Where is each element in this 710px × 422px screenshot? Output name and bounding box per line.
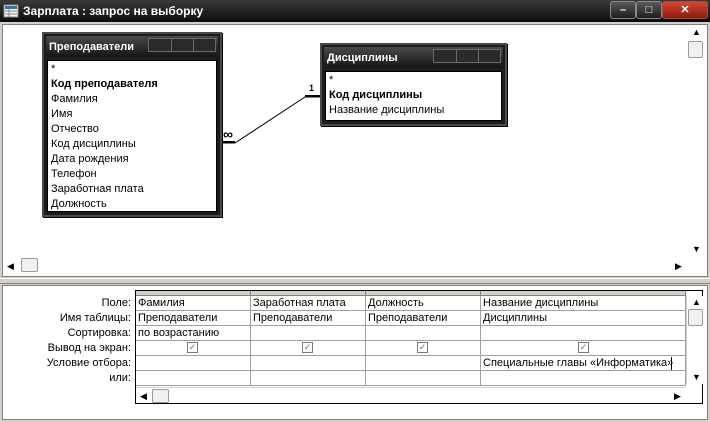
relationship-many-label: ∞ xyxy=(223,126,233,142)
field-cell[interactable]: Название дисциплины xyxy=(481,296,686,311)
check-icon: ✓ xyxy=(303,342,312,352)
diagram-vertical-scrollbar[interactable]: ▲ ▼ xyxy=(687,25,704,257)
table-window-disciplines[interactable]: Дисциплины * Код дисциплины Название дис… xyxy=(320,43,507,126)
scrollbar-thumb[interactable] xyxy=(688,41,703,58)
scrollbar-thumb[interactable] xyxy=(152,389,169,403)
field-cell[interactable]: Должность xyxy=(366,296,481,311)
table-window-title-bar[interactable]: Дисциплины xyxy=(324,47,503,68)
field-item[interactable]: Название дисциплины xyxy=(326,103,501,118)
table-name-disciplines: Дисциплины xyxy=(327,52,398,64)
field-cell[interactable]: Фамилия xyxy=(136,296,251,311)
grid-horizontal-scrollbar[interactable]: ◀ ▶ xyxy=(136,387,686,403)
table-cell[interactable]: Преподаватели xyxy=(366,311,481,326)
show-checkbox[interactable]: ✓ xyxy=(187,342,198,353)
table-window-buttons[interactable] xyxy=(148,38,216,52)
or-cell[interactable] xyxy=(251,371,366,386)
scrollbar-thumb[interactable] xyxy=(688,309,703,326)
criteria-cell-active[interactable]: Специальные главы «Информатика» xyxy=(481,356,686,371)
field-cell[interactable]: Заработная плата xyxy=(251,296,366,311)
query-design-grid[interactable]: Фамилия Преподаватели по возрастанию ✓ З… xyxy=(135,290,703,404)
field-item[interactable]: Отчество xyxy=(48,122,216,137)
query-grid-pane[interactable]: Поле: Имя таблицы: Сортировка: Вывод на … xyxy=(2,285,708,420)
maximize-icon: □ xyxy=(645,4,653,16)
field-item[interactable]: * xyxy=(48,62,216,77)
minimize-icon: – xyxy=(619,4,627,16)
check-icon: ✓ xyxy=(579,342,588,352)
query-icon xyxy=(3,4,19,18)
field-item[interactable]: Фамилия xyxy=(48,92,216,107)
row-label-or: или: xyxy=(109,372,131,384)
row-label-show: Вывод на экран: xyxy=(47,342,131,354)
criteria-cell[interactable] xyxy=(251,356,366,371)
table-cell[interactable]: Дисциплины xyxy=(481,311,686,326)
show-checkbox[interactable]: ✓ xyxy=(578,342,589,353)
row-label-sort: Сортировка: xyxy=(67,327,131,339)
close-icon: ✕ xyxy=(680,4,690,16)
minimize-button[interactable]: – xyxy=(610,1,636,19)
field-item[interactable]: Код дисциплины xyxy=(48,137,216,152)
field-item[interactable]: * xyxy=(326,73,501,88)
scrollbar-thumb[interactable] xyxy=(21,258,38,272)
show-cell[interactable]: ✓ xyxy=(251,341,366,356)
scroll-left-arrow-icon[interactable]: ◀ xyxy=(7,261,14,271)
row-label-field: Поле: xyxy=(101,297,131,309)
criteria-cell[interactable] xyxy=(366,356,481,371)
query-design-window: Зарплата : запрос на выборку – □ ✕ ∞ 1 П… xyxy=(0,0,710,422)
scroll-up-arrow-icon[interactable]: ▲ xyxy=(692,297,701,307)
show-checkbox[interactable]: ✓ xyxy=(302,342,313,353)
scroll-down-arrow-icon[interactable]: ▼ xyxy=(692,244,701,254)
row-label-criteria: Условие отбора: xyxy=(46,357,131,369)
check-icon: ✓ xyxy=(188,342,197,352)
or-cell[interactable] xyxy=(136,371,251,386)
field-item[interactable]: Дата рождения xyxy=(48,152,216,167)
field-list-disciplines[interactable]: * Код дисциплины Название дисциплины xyxy=(325,71,502,121)
row-label-table: Имя таблицы: xyxy=(59,312,131,324)
sort-cell[interactable] xyxy=(481,326,686,341)
grid-vertical-scrollbar[interactable]: ▲ ▼ xyxy=(686,296,703,384)
field-list-teachers[interactable]: * Код преподавателя Фамилия Имя Отчество… xyxy=(47,60,217,212)
table-name-teachers: Преподаватели xyxy=(49,41,135,53)
or-cell[interactable] xyxy=(366,371,481,386)
table-diagram-pane[interactable]: ∞ 1 Преподаватели * Код преподавателя Фа… xyxy=(2,24,708,277)
show-checkbox[interactable]: ✓ xyxy=(417,342,428,353)
text-cursor xyxy=(671,357,672,370)
sort-cell[interactable] xyxy=(251,326,366,341)
scroll-left-arrow-icon[interactable]: ◀ xyxy=(140,391,147,401)
diagram-horizontal-scrollbar[interactable]: ◀ ▶ xyxy=(3,257,687,274)
field-item[interactable]: Заработная плата xyxy=(48,182,216,197)
scroll-down-arrow-icon[interactable]: ▼ xyxy=(692,372,701,382)
show-cell[interactable]: ✓ xyxy=(366,341,481,356)
table-cell[interactable]: Преподаватели xyxy=(136,311,251,326)
field-item[interactable]: Имя xyxy=(48,107,216,122)
table-cell[interactable]: Преподаватели xyxy=(251,311,366,326)
show-cell[interactable]: ✓ xyxy=(481,341,686,356)
table-window-teachers[interactable]: Преподаватели * Код преподавателя Фамили… xyxy=(42,32,222,217)
show-cell[interactable]: ✓ xyxy=(136,341,251,356)
sort-cell[interactable] xyxy=(366,326,481,341)
maximize-button[interactable]: □ xyxy=(636,1,662,19)
scroll-right-arrow-icon[interactable]: ▶ xyxy=(674,391,681,401)
table-window-buttons[interactable] xyxy=(433,49,501,63)
scroll-right-arrow-icon[interactable]: ▶ xyxy=(675,261,682,271)
check-icon: ✓ xyxy=(418,342,427,352)
criteria-cell[interactable] xyxy=(136,356,251,371)
field-item[interactable]: Должность xyxy=(48,197,216,212)
title-bar[interactable]: Зарплата : запрос на выборку – □ ✕ xyxy=(0,0,710,22)
relationship-one-label: 1 xyxy=(309,83,315,93)
pane-splitter[interactable] xyxy=(0,278,710,284)
scroll-up-arrow-icon[interactable]: ▲ xyxy=(692,27,701,37)
close-button[interactable]: ✕ xyxy=(662,1,708,19)
table-window-title-bar[interactable]: Преподаватели xyxy=(46,36,218,57)
window-title: Зарплата : запрос на выборку xyxy=(23,4,204,18)
sort-cell[interactable]: по возрастанию xyxy=(136,326,251,341)
field-item[interactable]: Телефон xyxy=(48,167,216,182)
field-item-primary-key[interactable]: Код преподавателя xyxy=(48,77,216,92)
or-cell[interactable] xyxy=(481,371,686,386)
field-item-primary-key[interactable]: Код дисциплины xyxy=(326,88,501,103)
